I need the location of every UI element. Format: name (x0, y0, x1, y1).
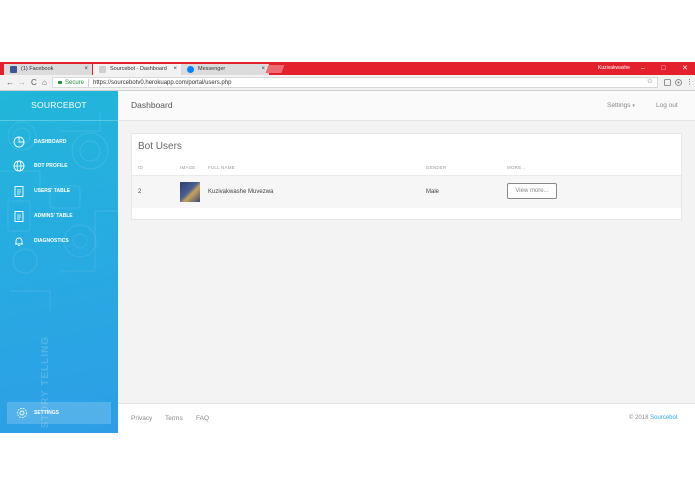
tab-label: (1) Facebook (21, 66, 54, 72)
tab-close-icon[interactable]: × (84, 64, 88, 75)
star-icon[interactable]: ☆ (647, 77, 653, 87)
clipboard-icon (14, 186, 24, 197)
tab-sourcebot-dashboard[interactable]: Sourcebot - Dashboard × (93, 64, 181, 75)
footer: Privacy Terms FAQ © 2018 Sourcebot (118, 403, 695, 433)
gear-icon (16, 407, 28, 419)
tab-label: Messenger (198, 66, 226, 72)
tab-close-icon[interactable]: × (261, 64, 265, 75)
view-more-button[interactable]: View more... (507, 183, 557, 199)
column-header: GENDER (426, 165, 447, 170)
sidebar-item-dashboard[interactable]: DASHBOARD (10, 133, 110, 151)
copyright-text: © 2018 (629, 415, 649, 421)
reload-icon[interactable]: C (31, 75, 37, 90)
bell-icon (15, 237, 23, 246)
tab-strip: (1) Facebook × Sourcebot - Dashboard × M… (0, 62, 695, 75)
copyright: © 2018 Sourcebot (629, 404, 677, 433)
user-id: 2 (138, 189, 142, 195)
user-gender: Male (426, 189, 440, 195)
card-title: Bot Users (138, 141, 182, 152)
home-icon[interactable]: ⌂ (42, 75, 47, 90)
sidebar-item-label: USERS' TABLE (34, 188, 71, 194)
user-full-name: Kuzivakwashe Muvezwa (208, 189, 274, 195)
url-text[interactable]: https://sourcebotv0.herokuapp.com/portal… (93, 78, 231, 88)
logout-link[interactable]: Log out (656, 91, 678, 120)
browser-toolbar: ← → C ⌂ Secure https://sourcebotv0.herok… (0, 75, 695, 91)
facebook-favicon-icon (10, 66, 17, 73)
secure-label: Secure (65, 80, 85, 86)
browser-window: (1) Facebook × Sourcebot - Dashboard × M… (0, 62, 695, 433)
extension-icon[interactable] (664, 75, 671, 92)
brand-logo[interactable]: SOURCEBOT (0, 91, 118, 121)
column-header: FULL NAME (208, 165, 235, 170)
sidebar-item-settings[interactable]: SETTINGS (7, 402, 111, 424)
tab-facebook[interactable]: (1) Facebook × (4, 64, 92, 75)
tab-label: Sourcebot - Dashboard (110, 66, 167, 72)
user-avatar (180, 182, 200, 202)
maximize-icon[interactable]: □ (661, 62, 665, 75)
sidebar-item-bot-profile[interactable]: BOT PROFILE (10, 157, 110, 175)
back-arrow-icon[interactable]: ← (6, 75, 14, 90)
faq-link[interactable]: FAQ (196, 404, 209, 433)
sidebar: SOURCEBOT DASHBOARD BOT PROFILE USERS' T… (0, 91, 118, 433)
tab-close-icon[interactable]: × (173, 64, 177, 75)
column-header: IMAGE (180, 165, 196, 170)
bot-users-card: Bot Users ID IMAGE FULL NAME GENDER MORE… (131, 133, 682, 220)
column-header: ID (138, 165, 143, 170)
sidebar-item-diagnostics[interactable]: DIAGNOSTICS (10, 232, 110, 250)
extension-icon[interactable] (675, 75, 682, 92)
lock-icon (58, 81, 62, 84)
divider (88, 79, 89, 87)
terms-link[interactable]: Terms (165, 404, 183, 433)
page-title: Dashboard (131, 100, 173, 110)
sourcebot-link[interactable]: Sourcebot (650, 415, 677, 421)
settings-dropdown[interactable]: Settings ▾ (607, 91, 635, 121)
privacy-link[interactable]: Privacy (131, 404, 152, 433)
top-bar: Dashboard Settings ▾ Log out (118, 91, 695, 121)
address-bar[interactable]: Secure https://sourcebotv0.herokuapp.com… (52, 77, 658, 88)
caret-down-icon: ▾ (632, 103, 635, 109)
circuit-pattern-background (0, 111, 118, 311)
sidebar-item-label: DASHBOARD (34, 139, 67, 145)
sidebar-item-label: ADMINS' TABLE (34, 213, 73, 219)
sidebar-item-label: SETTINGS (34, 410, 60, 416)
chrome-menu-icon[interactable]: ⋮ (686, 75, 693, 90)
new-tab-button[interactable] (265, 65, 285, 73)
sidebar-item-label: DIAGNOSTICS (34, 238, 69, 244)
sidebar-item-admins-table[interactable]: ADMINS' TABLE (10, 207, 110, 225)
sidebar-item-users-table[interactable]: USERS' TABLE (10, 182, 110, 200)
tab-messenger[interactable]: Messenger × (181, 64, 269, 75)
messenger-favicon-icon (187, 66, 194, 73)
minimize-icon[interactable]: – (641, 62, 645, 75)
sidebar-item-label: BOT PROFILE (34, 163, 68, 169)
pie-chart-icon (13, 136, 25, 148)
clipboard-icon (14, 211, 24, 222)
profile-name[interactable]: Kuzivakwashe (598, 62, 630, 75)
forward-arrow-icon[interactable]: → (18, 75, 26, 90)
close-window-icon[interactable]: ✕ (682, 62, 688, 75)
settings-dropdown-label: Settings (607, 102, 631, 109)
globe-icon (13, 160, 25, 172)
page-favicon-icon (99, 66, 106, 73)
table-row: 2 Kuzivakwashe Muvezwa Male View more... (132, 175, 681, 208)
column-header: MORE... (507, 165, 526, 170)
